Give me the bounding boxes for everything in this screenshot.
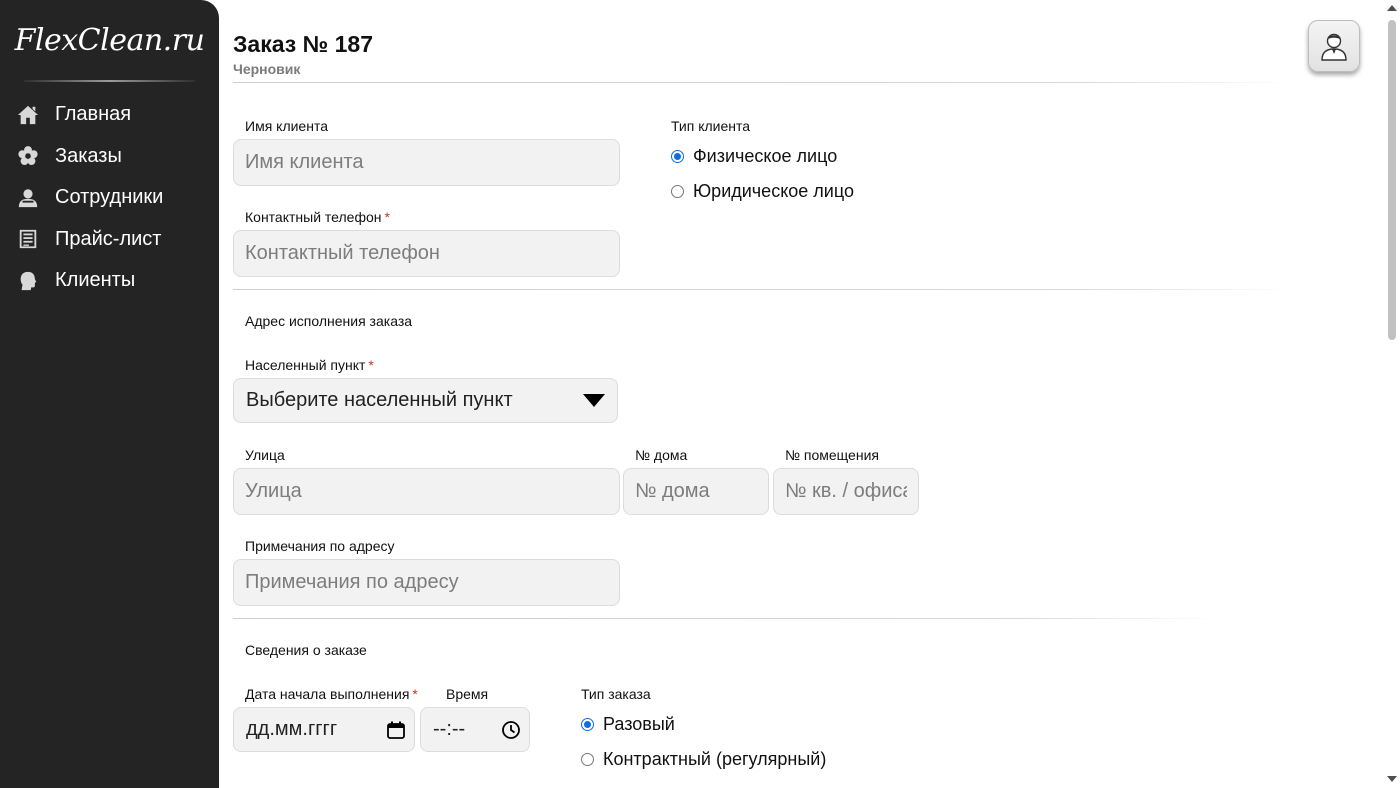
room-number-label: № помещения bbox=[785, 447, 879, 463]
sidebar: FlexClean.ru Главная Заказы Сотрудники П… bbox=[0, 0, 219, 788]
client-icon bbox=[16, 269, 40, 293]
sidebar-item-price-list[interactable]: Прайс-лист bbox=[0, 219, 219, 261]
client-type-individual-radio[interactable]: Физическое лицо bbox=[671, 146, 837, 167]
clock-icon[interactable] bbox=[501, 720, 521, 740]
house-number-input[interactable] bbox=[623, 468, 769, 515]
calendar-icon[interactable] bbox=[386, 720, 406, 740]
user-avatar-icon bbox=[1321, 33, 1347, 61]
logo-divider bbox=[24, 80, 195, 82]
sidebar-item-label: Прайс-лист bbox=[55, 227, 162, 250]
client-type-legal-radio[interactable]: Юридическое лицо bbox=[671, 181, 854, 202]
flower-icon bbox=[16, 144, 40, 168]
scroll-up-arrow-icon[interactable] bbox=[1387, 5, 1397, 11]
price-list-icon bbox=[16, 227, 40, 251]
radio-unchecked[interactable] bbox=[671, 185, 684, 198]
start-date-label: Дата начала выполнения * bbox=[245, 686, 418, 702]
main-content: Заказ № 187 Черновик Имя клиента Контакт… bbox=[219, 0, 1384, 788]
section-divider bbox=[233, 289, 1293, 290]
sidebar-item-label: Главная bbox=[55, 103, 132, 126]
client-phone-label: Контактный телефон * bbox=[245, 209, 390, 225]
order-type-single-radio[interactable]: Разовый bbox=[581, 714, 675, 735]
room-number-input[interactable] bbox=[773, 468, 919, 515]
dropdown-arrow-icon bbox=[583, 394, 605, 407]
order-type-contract-radio[interactable]: Контрактный (регулярный) bbox=[581, 749, 826, 770]
order-type-label: Тип заказа bbox=[581, 686, 651, 702]
order-status: Черновик bbox=[233, 61, 301, 77]
city-select[interactable]: Выберите населенный пункт bbox=[233, 378, 618, 423]
radio-checked[interactable] bbox=[581, 718, 594, 731]
scroll-down-arrow-icon[interactable] bbox=[1387, 776, 1397, 782]
sidebar-item-orders[interactable]: Заказы bbox=[0, 136, 219, 178]
time-input[interactable]: --:-- bbox=[420, 707, 530, 752]
sidebar-item-label: Клиенты bbox=[55, 269, 136, 292]
order-section-title: Сведения о заказе bbox=[245, 642, 367, 658]
sidebar-item-staff[interactable]: Сотрудники bbox=[0, 177, 219, 219]
address-notes-input[interactable] bbox=[233, 559, 620, 606]
sidebar-item-label: Сотрудники bbox=[55, 186, 164, 209]
staff-icon bbox=[16, 186, 40, 210]
section-divider bbox=[233, 618, 1218, 619]
address-notes-label: Примечания по адресу bbox=[245, 538, 395, 554]
sidebar-item-label: Заказы bbox=[55, 144, 122, 167]
house-number-label: № дома bbox=[635, 447, 688, 463]
page-scrollbar[interactable] bbox=[1384, 0, 1400, 788]
street-label: Улица bbox=[245, 447, 285, 463]
radio-checked[interactable] bbox=[671, 150, 684, 163]
header-divider bbox=[233, 82, 1293, 83]
sidebar-item-clients[interactable]: Клиенты bbox=[0, 260, 219, 302]
client-name-input[interactable] bbox=[233, 139, 620, 186]
logo[interactable]: FlexClean.ru bbox=[0, 0, 219, 80]
street-input[interactable] bbox=[233, 468, 620, 515]
city-label: Населенный пункт * bbox=[245, 357, 374, 373]
client-type-label: Тип клиента bbox=[671, 118, 751, 134]
page-title: Заказ № 187 bbox=[233, 31, 374, 57]
user-avatar-button[interactable] bbox=[1308, 20, 1360, 72]
time-label: Время bbox=[446, 686, 489, 702]
start-date-input[interactable]: дд.мм.гггг bbox=[233, 707, 415, 752]
client-phone-input[interactable] bbox=[233, 230, 620, 277]
scrollbar-thumb[interactable] bbox=[1388, 20, 1396, 340]
sidebar-item-home[interactable]: Главная bbox=[0, 94, 219, 136]
home-icon bbox=[16, 103, 40, 127]
client-name-label: Имя клиента bbox=[245, 118, 328, 134]
radio-unchecked[interactable] bbox=[581, 753, 594, 766]
address-section-title: Адрес исполнения заказа bbox=[245, 313, 413, 329]
